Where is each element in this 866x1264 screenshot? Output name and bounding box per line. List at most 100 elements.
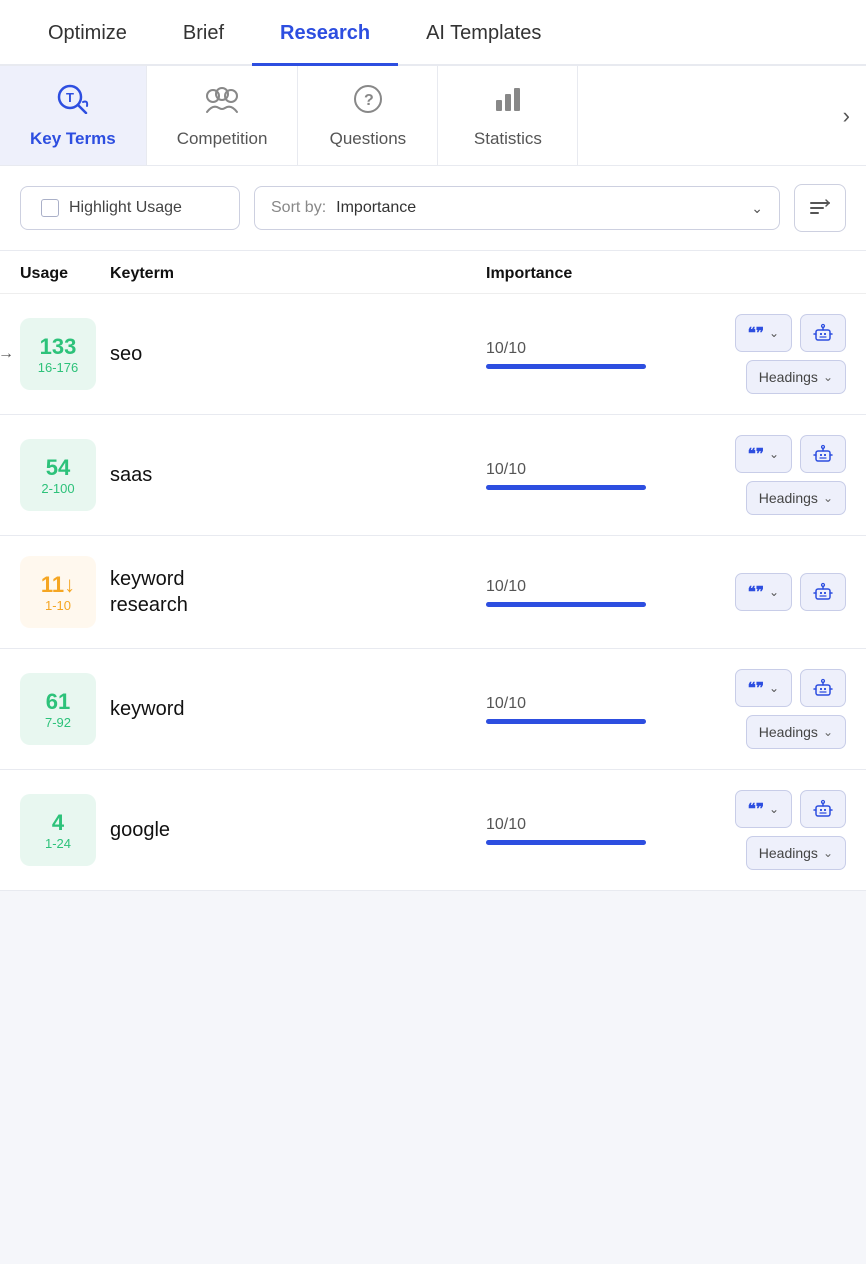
subtab-competition-label: Competition — [177, 129, 268, 149]
tab-brief[interactable]: Brief — [155, 0, 252, 66]
actions-col-google: ❝❞⌄ Headings ⌄ — [686, 790, 846, 870]
subtab-competition[interactable]: Competition — [147, 66, 299, 165]
importance-bar-fill-google — [486, 840, 646, 845]
questions-icon: ? — [353, 84, 383, 121]
headings-button-google[interactable]: Headings ⌄ — [746, 836, 846, 870]
sort-by-label: Sort by: — [271, 199, 326, 217]
importance-score-saas: 10/10 — [486, 461, 686, 479]
col-header-keyterm: Keyterm — [110, 265, 486, 283]
headings-chevron-google: ⌄ — [823, 846, 833, 860]
importance-bar-bg-google — [486, 840, 646, 845]
col-header-importance: Importance — [486, 265, 686, 283]
sort-bar[interactable]: Sort by: Importance ⌄ — [254, 186, 780, 230]
importance-bar-fill-saas — [486, 485, 646, 490]
highlight-usage-checkbox[interactable]: Highlight Usage — [20, 186, 240, 230]
robot-button-saas[interactable] — [800, 435, 846, 473]
tab-optimize[interactable]: Optimize — [20, 0, 155, 66]
subtab-key-terms-label: Key Terms — [30, 129, 116, 149]
importance-col-seo: 10/10 — [486, 340, 686, 369]
top-navigation: Optimize Brief Research AI Templates — [0, 0, 866, 66]
usage-range-google: 1-24 — [45, 836, 71, 851]
highlight-usage-label: Highlight Usage — [69, 199, 182, 217]
keyterm-row-seo: 13316-176seo10/10❝❞⌄ Headings⌄ — [0, 294, 866, 415]
importance-bar-bg-keyword-research — [486, 602, 646, 607]
quote-button-seo[interactable]: ❝❞⌄ — [735, 314, 792, 352]
actions-top-google: ❝❞⌄ — [735, 790, 846, 828]
headings-button-saas[interactable]: Headings ⌄ — [746, 481, 846, 515]
importance-col-keyword-research: 10/10 — [486, 578, 686, 607]
robot-button-google[interactable] — [800, 790, 846, 828]
svg-text:T: T — [66, 90, 74, 105]
robot-button-keyword-research[interactable] — [800, 573, 846, 611]
importance-score-seo: 10/10 — [486, 340, 686, 358]
subtab-statistics[interactable]: Statistics — [438, 66, 578, 165]
robot-button-seo[interactable] — [800, 314, 846, 352]
subtab-questions[interactable]: ? Questions — [298, 66, 438, 165]
actions-top-saas: ❝❞⌄ — [735, 435, 846, 473]
key-terms-icon: T — [57, 84, 89, 121]
headings-chevron-seo: ⌄ — [823, 370, 833, 384]
sort-order-button[interactable] — [794, 184, 846, 232]
subtab-questions-label: Questions — [330, 129, 407, 149]
usage-number-seo: 133 — [40, 334, 77, 360]
filter-bar: Highlight Usage Sort by: Importance ⌄ — [0, 166, 866, 251]
subtab-key-terms[interactable]: T Key Terms — [0, 66, 147, 165]
keyterm-row-saas: 542-100 saas10/10 ❝❞⌄ Headings ⌄ — [0, 415, 866, 536]
importance-bar-bg-keyword — [486, 719, 646, 724]
headings-button-seo[interactable]: Headings ⌄ — [746, 360, 846, 394]
table-header: Usage Keyterm Importance — [0, 251, 866, 294]
subtabs-more-button[interactable]: › — [827, 66, 866, 165]
quote-button-keyword[interactable]: ❝❞⌄ — [735, 669, 792, 707]
headings-label-google: Headings — [759, 845, 818, 861]
importance-score-keyword: 10/10 — [486, 695, 686, 713]
headings-label-seo: Headings — [759, 369, 818, 385]
quote-button-keyword-research[interactable]: ❝❞⌄ — [735, 573, 792, 611]
tab-research[interactable]: Research — [252, 0, 398, 66]
robot-button-keyword[interactable] — [800, 669, 846, 707]
headings-label-saas: Headings — [759, 490, 818, 506]
importance-col-saas: 10/10 — [486, 461, 686, 490]
statistics-icon — [493, 84, 523, 121]
importance-col-keyword: 10/10 — [486, 695, 686, 724]
usage-badge-keyword-research: 11↓1-10 — [20, 556, 96, 628]
quote-button-saas[interactable]: ❝❞⌄ — [735, 435, 792, 473]
actions-top-seo: ❝❞⌄ — [735, 314, 846, 352]
tab-ai-templates[interactable]: AI Templates — [398, 0, 569, 66]
headings-button-keyword[interactable]: Headings ⌄ — [746, 715, 846, 749]
usage-badge-keyword: 617-92 — [20, 673, 96, 745]
actions-col-keyword-research: ❝❞⌄ — [686, 573, 846, 611]
col-header-usage: Usage — [20, 265, 110, 283]
keyterm-name-google: google — [110, 817, 486, 843]
sub-tab-bar: T Key Terms Competition ? Questions — [0, 66, 866, 166]
usage-number-google: 4 — [52, 810, 64, 836]
keyterm-name-keyword-research: keyword research — [110, 566, 486, 618]
actions-col-keyword: ❝❞⌄ Headings ⌄ — [686, 669, 846, 749]
keyterm-name-saas: saas — [110, 462, 486, 488]
importance-bar-fill-seo — [486, 364, 646, 369]
usage-badge-google: 41-24 — [20, 794, 96, 866]
headings-label-keyword: Headings — [759, 724, 818, 740]
actions-top-keyword: ❝❞⌄ — [735, 669, 846, 707]
svg-text:?: ? — [364, 92, 374, 109]
importance-bar-fill-keyword — [486, 719, 646, 724]
sort-chevron-icon: ⌄ — [751, 200, 763, 217]
usage-number-keyword-research: 11↓ — [41, 572, 75, 598]
keyterm-row-google: 41-24 google10/10 ❝❞⌄ Headings ⌄ — [0, 770, 866, 891]
headings-chevron-keyword: ⌄ — [823, 725, 833, 739]
keyterm-name-seo: seo — [110, 341, 486, 367]
quote-button-google[interactable]: ❝❞⌄ — [735, 790, 792, 828]
importance-bar-bg-seo — [486, 364, 646, 369]
competition-icon — [205, 84, 239, 121]
usage-badge-saas: 542-100 — [20, 439, 96, 511]
usage-number-saas: 54 — [46, 455, 70, 481]
headings-chevron-saas: ⌄ — [823, 491, 833, 505]
usage-range-keyword: 7-92 — [45, 715, 71, 730]
keyterm-name-keyword: keyword — [110, 696, 486, 722]
keyterm-row-keyword-research: 11↓1-10 keyword research10/10 ❝❞⌄ — [0, 536, 866, 649]
sort-value: Importance — [336, 199, 741, 217]
usage-number-keyword: 61 — [46, 689, 70, 715]
checkbox-box[interactable] — [41, 199, 59, 217]
actions-col-seo: ❝❞⌄ Headings ⌄ — [686, 314, 846, 394]
usage-range-saas: 2-100 — [41, 481, 74, 496]
importance-col-google: 10/10 — [486, 816, 686, 845]
